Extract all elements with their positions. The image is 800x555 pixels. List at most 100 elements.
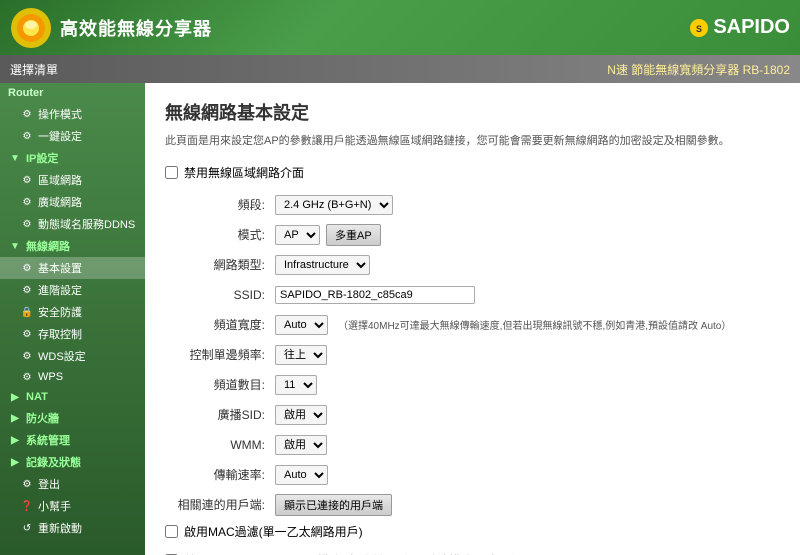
broadcast-ssid-control: 啟用 停用 — [275, 405, 780, 425]
network-type-select[interactable]: Infrastructure — [275, 255, 370, 275]
frequency-label: 頻段: — [165, 196, 275, 213]
sidebar-label-advanced-settings: 進階設定 — [38, 282, 82, 298]
control-channel-label: 控制單邊頻率: — [165, 346, 275, 363]
sidebar-label-wan: 廣域網路 — [38, 194, 82, 210]
sidebar-item-access-control[interactable]: ⚙ 存取控制 — [0, 323, 145, 345]
universal-repeater-label: 啟用 Universal Repeater 模式 (相當於AP和用戶端模式同時運… — [184, 552, 525, 555]
sidebar-item-security[interactable]: 🔒 安全防護 — [0, 301, 145, 323]
universal-repeater-row: 啟用 Universal Repeater 模式 (相當於AP和用戶端模式同時運… — [165, 552, 780, 555]
sapido-icon: S — [689, 18, 709, 38]
page-description: 此頁面是用來設定您AP的參數讓用戶能透過無線區域網路鏈接，您可能會需要更新無線網… — [165, 133, 780, 150]
sub-header: 選擇清單 N速 節能無線寬頻分享器 RB-1802 — [0, 55, 800, 83]
mode-control: AP 多重AP — [275, 224, 780, 246]
sidebar-label-help: 小幫手 — [38, 498, 71, 514]
sidebar-group-firewall[interactable]: ▶ 防火牆 — [0, 407, 145, 429]
sidebar-item-help[interactable]: ❓ 小幫手 — [0, 495, 145, 517]
sidebar-label-restart: 重新啟動 — [38, 520, 82, 536]
sidebar-label-system: 系統管理 — [26, 432, 70, 448]
sidebar-item-basic-settings[interactable]: ⚙ 基本設置 — [0, 257, 145, 279]
page-title: 無線網路基本設定 — [165, 99, 780, 125]
header: 高效能無線分享器 S SAPIDO — [0, 0, 800, 55]
header-icon — [10, 7, 52, 49]
associated-clients-button[interactable]: 顯示已連接的用戶端 — [275, 494, 392, 516]
associated-clients-control: 顯示已連接的用戶端 — [275, 494, 780, 516]
logout-icon: ⚙ — [20, 477, 34, 491]
tx-power-select[interactable]: Auto — [275, 465, 328, 485]
channel-label: 頻道數目: — [165, 376, 275, 393]
access-control-icon: ⚙ — [20, 327, 34, 341]
sidebar-label-log: 記錄及狀態 — [26, 454, 81, 470]
network-type-label: 網路類型: — [165, 256, 275, 273]
control-channel-select[interactable]: 往上 往下 — [275, 345, 327, 365]
disable-wlan-row: 禁用無線區域網路介面 — [165, 164, 780, 181]
tx-power-row: 傳輸速率: Auto — [165, 463, 780, 487]
wan-icon: ⚙ — [20, 195, 34, 209]
bandwidth-row: 頻道寬度: Auto （選擇40MHz可達最大無線傳輸速度,但若出現無線訊號不穩… — [165, 313, 780, 337]
control-channel-row: 控制單邊頻率: 往上 往下 — [165, 343, 780, 367]
sidebar-item-wds[interactable]: ⚙ WDS設定 — [0, 345, 145, 367]
associated-clients-label: 相關連的用戶端: — [165, 496, 275, 513]
menu-label[interactable]: 選擇清單 — [10, 61, 58, 78]
frequency-control: 2.4 GHz (B+G+N) — [275, 195, 780, 215]
mac-filter-checkbox[interactable] — [165, 525, 178, 538]
help-icon: ❓ — [20, 499, 34, 513]
wmm-control: 啟用 停用 — [275, 435, 780, 455]
bandwidth-label: 頻道寬度: — [165, 316, 275, 333]
mode-label: 模式: — [165, 226, 275, 243]
sidebar-item-quick-setup[interactable]: ⚙ 一鍵設定 — [0, 125, 145, 147]
sidebar-label-ip: IP設定 — [26, 150, 58, 166]
disable-wlan-label: 禁用無線區域網路介面 — [184, 164, 304, 181]
sidebar-item-wan[interactable]: ⚙ 廣域網路 — [0, 191, 145, 213]
mac-filter-label: 啟用MAC過濾(單一乙太網路用戶) — [184, 523, 363, 540]
broadcast-ssid-row: 廣播SID: 啟用 停用 — [165, 403, 780, 427]
bandwidth-control: Auto （選擇40MHz可達最大無線傳輸速度,但若出現無線訊號不穩,例如青港,… — [275, 315, 780, 335]
lan-icon: ⚙ — [20, 173, 34, 187]
network-type-row: 網路類型: Infrastructure — [165, 253, 780, 277]
sidebar-label-quick-setup: 一鍵設定 — [38, 128, 82, 144]
channel-select[interactable]: 11 — [275, 375, 317, 395]
sidebar-label-operation-mode: 操作模式 — [38, 106, 82, 122]
frequency-row: 頻段: 2.4 GHz (B+G+N) — [165, 193, 780, 217]
sidebar-group-ip[interactable]: ▼ IP設定 — [0, 147, 145, 169]
sidebar-label-basic-settings: 基本設置 — [38, 260, 82, 276]
sidebar-item-restart[interactable]: ↺ 重新啟動 — [0, 517, 145, 539]
product-info: N速 節能無線寬頻分享器 RB-1802 — [607, 61, 790, 78]
mac-filter-row: 啟用MAC過濾(單一乙太網路用戶) — [165, 523, 780, 540]
wmm-label: WMM: — [165, 438, 275, 452]
sapido-logo: S SAPIDO — [689, 16, 790, 39]
sidebar-label-access-control: 存取控制 — [38, 326, 82, 342]
disable-wlan-checkbox[interactable] — [165, 166, 178, 179]
broadcast-ssid-select[interactable]: 啟用 停用 — [275, 405, 327, 425]
sidebar-item-logout[interactable]: ⚙ 登出 — [0, 473, 145, 495]
frequency-select[interactable]: 2.4 GHz (B+G+N) — [275, 195, 393, 215]
mode-select[interactable]: AP — [275, 225, 320, 245]
sidebar-label-security: 安全防護 — [38, 304, 82, 320]
restart-icon: ↺ — [20, 521, 34, 535]
sidebar-item-wps[interactable]: ⚙ WPS — [0, 367, 145, 387]
sidebar-item-lan[interactable]: ⚙ 區域網路 — [0, 169, 145, 191]
wps-icon: ⚙ — [20, 370, 34, 384]
sidebar-group-log[interactable]: ▶ 記錄及狀態 — [0, 451, 145, 473]
ssid-input[interactable] — [275, 286, 475, 304]
tx-power-control: Auto — [275, 465, 780, 485]
ssid-label: SSID: — [165, 288, 275, 302]
sidebar-label-wds: WDS設定 — [38, 348, 86, 364]
header-title: 高效能無線分享器 — [60, 15, 212, 41]
sidebar-item-advanced-settings[interactable]: ⚙ 進階設定 — [0, 279, 145, 301]
sidebar-group-nat[interactable]: ▶ NAT — [0, 387, 145, 407]
system-group-icon: ▶ — [8, 433, 22, 447]
sidebar-label-logout: 登出 — [38, 476, 60, 492]
bandwidth-select[interactable]: Auto — [275, 315, 328, 335]
channel-control: 11 — [275, 375, 780, 395]
ssid-row: SSID: — [165, 283, 780, 307]
sidebar-item-operation-mode[interactable]: ⚙ 操作模式 — [0, 103, 145, 125]
ddns-icon: ⚙ — [20, 217, 34, 231]
sidebar-group-system[interactable]: ▶ 系統管理 — [0, 429, 145, 451]
nat-group-icon: ▶ — [8, 390, 22, 404]
wmm-select[interactable]: 啟用 停用 — [275, 435, 327, 455]
sidebar-group-wireless[interactable]: ▼ 無線網路 — [0, 235, 145, 257]
multi-ap-button[interactable]: 多重AP — [326, 224, 381, 246]
quick-setup-icon: ⚙ — [20, 129, 34, 143]
sidebar-label-wps: WPS — [38, 371, 63, 383]
sidebar-item-ddns[interactable]: ⚙ 動態域名服務DDNS — [0, 213, 145, 235]
